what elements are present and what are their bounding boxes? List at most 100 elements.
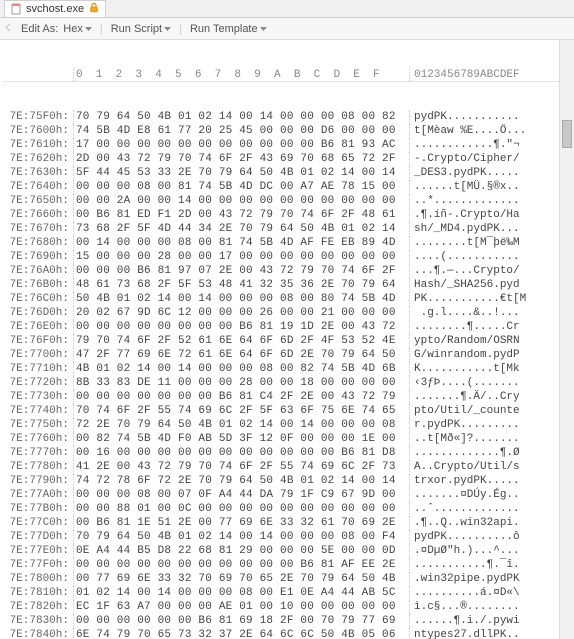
bytes-cell[interactable]: 72 2E 70 79 64 50 4B 01 02 14 00 14 00 0… — [74, 418, 410, 432]
hex-row[interactable]: 7E:7620h:2D 00 43 72 79 70 74 6F 2F 43 6… — [4, 152, 559, 166]
hex-row[interactable]: 7E:75F0h:70 79 64 50 4B 01 02 14 00 14 0… — [4, 110, 559, 124]
bytes-cell[interactable]: 00 00 00 B6 81 97 07 2E 00 43 72 79 70 7… — [74, 264, 410, 278]
hex-row[interactable]: 7E:77C0h:00 B6 81 1E 51 2E 00 77 69 6E 3… — [4, 516, 559, 530]
bytes-cell[interactable]: 4B 01 02 14 00 14 00 00 00 08 00 82 74 5… — [74, 362, 410, 376]
hex-row[interactable]: 7E:7670h:73 68 2F 5F 4D 44 34 2E 70 79 6… — [4, 222, 559, 236]
bytes-cell[interactable]: 6E 74 79 70 65 73 32 37 2E 64 6C 6C 50 4… — [74, 628, 410, 639]
hex-row[interactable]: 7E:7760h:00 82 74 5B 4D F0 AB 5D 3F 12 0… — [4, 432, 559, 446]
hex-row[interactable]: 7E:7640h:00 00 00 08 00 81 74 5B 4D DC 0… — [4, 180, 559, 194]
hex-row[interactable]: 7E:76C0h:50 4B 01 02 14 00 14 00 00 00 0… — [4, 292, 559, 306]
hex-row[interactable]: 7E:7780h:41 2E 00 43 72 79 70 74 6F 2F 5… — [4, 460, 559, 474]
ascii-cell[interactable]: ..*............. — [410, 194, 559, 208]
bytes-cell[interactable]: 5F 44 45 53 33 2E 70 79 64 50 4B 01 02 1… — [74, 166, 410, 180]
ascii-cell[interactable]: Hash/_SHA256.pyd — [410, 278, 559, 292]
bytes-cell[interactable]: 17 00 00 00 00 00 00 00 00 00 00 00 B6 8… — [74, 138, 410, 152]
ascii-cell[interactable]: ..........á.¤D«\ — [410, 586, 559, 600]
hex-row[interactable]: 7E:77B0h:00 00 88 01 00 0C 00 00 00 00 0… — [4, 502, 559, 516]
ascii-cell[interactable]: ......t[MÜ.§®x.. — [410, 180, 559, 194]
ascii-cell[interactable]: K...........t[Mk — [410, 362, 559, 376]
hex-row[interactable]: 7E:77E0h:0E A4 44 B5 D8 22 68 81 29 00 0… — [4, 544, 559, 558]
hex-row[interactable]: 7E:7700h:47 2F 77 69 6E 72 61 6E 64 6F 6… — [4, 348, 559, 362]
ascii-cell[interactable]: .¶.íñ-.Crypto/Ha — [410, 208, 559, 222]
bytes-cell[interactable]: 48 61 73 68 2F 5F 53 48 41 32 35 36 2E 7… — [74, 278, 410, 292]
bytes-cell[interactable]: 01 02 14 00 14 00 00 00 08 00 E1 0E A4 4… — [74, 586, 410, 600]
ascii-cell[interactable]: -.Crypto/Cipher/ — [410, 152, 559, 166]
bytes-cell[interactable]: 00 77 69 6E 33 32 70 69 70 65 2E 70 79 6… — [74, 572, 410, 586]
ascii-cell[interactable]: .......¤DÚy.Ég.. — [410, 488, 559, 502]
hex-row[interactable]: 7E:7630h:5F 44 45 53 33 2E 70 79 64 50 4… — [4, 166, 559, 180]
bytes-cell[interactable]: 70 74 6F 2F 55 74 69 6C 2F 5F 63 6F 75 6… — [74, 404, 410, 418]
ascii-cell[interactable]: r.pydPK......... — [410, 418, 559, 432]
hex-row[interactable]: 7E:76A0h:00 00 00 B6 81 97 07 2E 00 43 7… — [4, 264, 559, 278]
hex-row[interactable]: 7E:7770h:00 16 00 00 00 00 00 00 00 00 0… — [4, 446, 559, 460]
hex-row[interactable]: 7E:7690h:15 00 00 00 28 00 00 17 00 00 0… — [4, 250, 559, 264]
ascii-cell[interactable]: .g.l....&..!... — [410, 306, 559, 320]
hex-row[interactable]: 7E:77F0h:00 00 00 00 00 00 00 00 00 00 0… — [4, 558, 559, 572]
ascii-cell[interactable]: A..Crypto/Util/s — [410, 460, 559, 474]
bytes-cell[interactable]: 00 00 00 08 00 07 0F A4 44 DA 79 1F C9 6… — [74, 488, 410, 502]
bytes-cell[interactable]: 70 79 64 50 4B 01 02 14 00 14 00 00 00 0… — [74, 530, 410, 544]
ascii-cell[interactable]: ....(........... — [410, 250, 559, 264]
bytes-cell[interactable]: 8B 33 83 DE 11 00 00 00 28 00 00 18 00 0… — [74, 376, 410, 390]
ascii-cell[interactable]: pydPK........... — [410, 110, 559, 124]
back-icon[interactable] — [4, 23, 13, 35]
ascii-cell[interactable]: t[Mèaw %E....Ö... — [410, 124, 559, 138]
hex-row[interactable]: 7E:7680h:00 14 00 00 00 08 00 81 74 5B 4… — [4, 236, 559, 250]
ascii-cell[interactable]: ‹3ƒÞ....(....... — [410, 376, 559, 390]
hex-row[interactable]: 7E:7710h:4B 01 02 14 00 14 00 00 00 08 0… — [4, 362, 559, 376]
run-template-dropdown[interactable]: Run Template — [190, 23, 267, 35]
hex-row[interactable]: 7E:77A0h:00 00 00 08 00 07 0F A4 44 DA 7… — [4, 488, 559, 502]
ascii-cell[interactable]: G/winrandom.pydP — [410, 348, 559, 362]
hex-row[interactable]: 7E:76E0h:00 00 00 00 00 00 00 00 B6 81 1… — [4, 320, 559, 334]
run-script-dropdown[interactable]: Run Script — [111, 23, 171, 35]
ascii-cell[interactable]: .¤DµØ"h.)...^... — [410, 544, 559, 558]
ascii-cell[interactable]: ........t[M¯þë‰M — [410, 236, 559, 250]
ascii-cell[interactable]: ......¶.i./.pywi — [410, 614, 559, 628]
bytes-cell[interactable]: 00 00 88 01 00 0C 00 00 00 00 00 00 00 0… — [74, 502, 410, 516]
ascii-cell[interactable]: .............¶.Ø — [410, 446, 559, 460]
hex-row[interactable]: 7E:76B0h:48 61 73 68 2F 5F 53 48 41 32 3… — [4, 278, 559, 292]
bytes-cell[interactable]: 00 B6 81 1E 51 2E 00 77 69 6E 33 32 61 7… — [74, 516, 410, 530]
hex-row[interactable]: 7E:7600h:74 5B 4D E8 61 77 20 25 45 00 0… — [4, 124, 559, 138]
bytes-cell[interactable]: EC 1F 63 A7 00 00 00 AE 01 00 10 00 00 0… — [74, 600, 410, 614]
hex-row[interactable]: 7E:7740h:70 74 6F 2F 55 74 69 6C 2F 5F 6… — [4, 404, 559, 418]
ascii-cell[interactable]: .win32pipe.pydPK — [410, 572, 559, 586]
ascii-cell[interactable]: .¶..Q..win32api. — [410, 516, 559, 530]
hex-row[interactable]: 7E:7800h:00 77 69 6E 33 32 70 69 70 65 2… — [4, 572, 559, 586]
hex-row[interactable]: 7E:7730h:00 00 00 00 00 00 00 B6 81 C4 2… — [4, 390, 559, 404]
bytes-cell[interactable]: 00 00 00 00 00 00 00 00 00 00 00 B6 81 A… — [74, 558, 410, 572]
hex-row[interactable]: 7E:7750h:72 2E 70 79 64 50 4B 01 02 14 0… — [4, 418, 559, 432]
bytes-cell[interactable]: 70 79 64 50 4B 01 02 14 00 14 00 00 00 0… — [74, 110, 410, 124]
hex-row[interactable]: 7E:7810h:01 02 14 00 14 00 00 00 08 00 E… — [4, 586, 559, 600]
bytes-cell[interactable]: 47 2F 77 69 6E 72 61 6E 64 6F 6D 2E 70 7… — [74, 348, 410, 362]
ascii-cell[interactable]: sh/_MD4.pydPK... — [410, 222, 559, 236]
ascii-cell[interactable]: pto/Util/_counte — [410, 404, 559, 418]
bytes-cell[interactable]: 79 70 74 6F 2F 52 61 6E 64 6F 6D 2F 4F 5… — [74, 334, 410, 348]
bytes-cell[interactable]: 00 00 00 08 00 81 74 5B 4D DC 00 A7 AE 7… — [74, 180, 410, 194]
bytes-cell[interactable]: 00 16 00 00 00 00 00 00 00 00 00 00 00 B… — [74, 446, 410, 460]
bytes-cell[interactable]: 73 68 2F 5F 4D 44 34 2E 70 79 64 50 4B 0… — [74, 222, 410, 236]
ascii-cell[interactable]: pydPK..........ô — [410, 530, 559, 544]
hex-row[interactable]: 7E:7840h:6E 74 79 70 65 73 32 37 2E 64 6… — [4, 628, 559, 639]
bytes-cell[interactable]: 41 2E 00 43 72 79 70 74 6F 2F 55 74 69 6… — [74, 460, 410, 474]
edit-as-dropdown[interactable]: Edit As: Hex — [21, 23, 92, 35]
vertical-scrollbar[interactable] — [559, 40, 574, 639]
hex-row[interactable]: 7E:76D0h:20 02 67 9D 6C 12 00 00 00 26 0… — [4, 306, 559, 320]
ascii-cell[interactable]: ntypes27.dllPK.. — [410, 628, 559, 639]
ascii-cell[interactable]: ............¶."¬ — [410, 138, 559, 152]
bytes-cell[interactable]: 74 5B 4D E8 61 77 20 25 45 00 00 00 D6 0… — [74, 124, 410, 138]
hex-row[interactable]: 7E:7610h:17 00 00 00 00 00 00 00 00 00 0… — [4, 138, 559, 152]
ascii-cell[interactable]: ........¶.....Cr — [410, 320, 559, 334]
hex-row[interactable]: 7E:7830h:00 00 00 00 00 00 B6 81 69 18 2… — [4, 614, 559, 628]
hex-editor[interactable]: 0 1 2 3 4 5 6 7 8 9 A B C D E F 01234567… — [0, 40, 574, 639]
hex-row[interactable]: 7E:7820h:EC 1F 63 A7 00 00 00 AE 01 00 1… — [4, 600, 559, 614]
file-tab[interactable]: svchost.exe — [4, 0, 106, 17]
hex-row[interactable]: 7E:7720h:8B 33 83 DE 11 00 00 00 28 00 0… — [4, 376, 559, 390]
bytes-cell[interactable]: 20 02 67 9D 6C 12 00 00 00 26 00 00 21 0… — [74, 306, 410, 320]
bytes-cell[interactable]: 00 14 00 00 00 08 00 81 74 5B 4D AF FE E… — [74, 236, 410, 250]
hex-row[interactable]: 7E:77D0h:70 79 64 50 4B 01 02 14 00 14 0… — [4, 530, 559, 544]
ascii-cell[interactable]: ..ˆ............. — [410, 502, 559, 516]
bytes-cell[interactable]: 00 00 00 00 00 00 00 B6 81 C4 2F 2E 00 4… — [74, 390, 410, 404]
ascii-cell[interactable]: PK...........€t[M — [410, 292, 559, 306]
ascii-cell[interactable]: trxor.pydPK..... — [410, 474, 559, 488]
